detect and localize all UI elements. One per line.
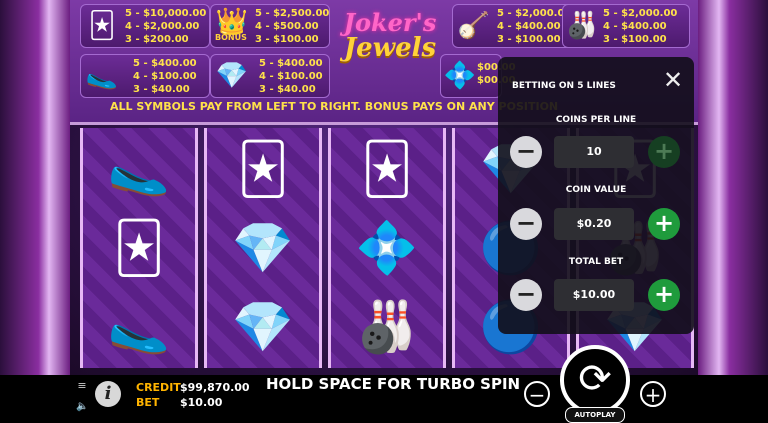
bet-settings-panel: BETTING ON 5 LINES ✕ COINS PER LINE − 10… [498, 57, 694, 334]
paytable-cell-bonus: 👑 BONUS 5 - $2,500.00 4 - $500.00 3 - $1… [210, 4, 330, 48]
paytable-values: 5 - $400.00 4 - $100.00 3 - $40.00 [133, 58, 197, 95]
joker-icon: 🃏 [237, 140, 289, 198]
bet-value: $10.00 [180, 396, 223, 409]
left-pillar [0, 0, 70, 375]
credit-label: CREDIT [136, 381, 181, 394]
juggling-pins-icon: 🎳 [355, 298, 419, 356]
game-logo: Joker's Jewels [330, 8, 450, 63]
joker-icon: 🃏 [361, 140, 413, 198]
coin-value-plus-button[interactable]: + [648, 208, 680, 240]
paytable-values: 5 - $400.00 4 - $100.00 3 - $40.00 [259, 58, 323, 95]
coins-per-line-minus-button[interactable]: − [510, 136, 542, 168]
paytable-cell-shoes: 🥿 5 - $400.00 4 - $100.00 3 - $40.00 [80, 54, 210, 98]
game-screen: 🃏 5 - $10,000.00 4 - $2,000.00 3 - $200.… [0, 0, 768, 423]
blue-diamond-icon: 💠 [355, 219, 419, 277]
blue-diamond-icon: 💠 [443, 61, 477, 91]
bonus-label: BONUS [215, 33, 247, 42]
spin-button[interactable]: ⟳ [560, 345, 630, 415]
logo-line2: Jewels [343, 33, 437, 63]
paytable-cell-red-diamond: 💎 5 - $400.00 4 - $100.00 3 - $40.00 [210, 54, 330, 98]
joker-icon: 🃏 [88, 11, 116, 41]
bet-label: BET [136, 396, 160, 409]
total-bet-minus-button[interactable]: − [510, 279, 542, 311]
jester-shoes-icon: 🥿 [85, 61, 119, 91]
total-bet-label: TOTAL BET [568, 257, 624, 267]
right-pillar [698, 0, 768, 375]
coins-per-line-label: COINS PER LINE [555, 115, 637, 125]
paytable-cell-pins: 🎳 5 - $2,000.00 4 - $400.00 3 - $100.00 [562, 4, 690, 48]
paytable-values: 5 - $10,000.00 4 - $2,000.00 3 - $200.00 [125, 8, 207, 45]
jester-shoes-icon: 🥿 [107, 140, 171, 198]
bet-increase-button[interactable]: + [640, 381, 666, 407]
paytable-values: 5 - $2,000.00 4 - $400.00 3 - $100.00 [603, 8, 678, 45]
paytable-note: ALL SYMBOLS PAY FROM LEFT TO RIGHT. BONU… [110, 100, 559, 113]
total-bet-value: $10.00 [554, 279, 634, 311]
autoplay-button[interactable]: AUTOPLAY [565, 407, 625, 423]
credit-value: $99,870.00 [180, 381, 250, 394]
close-icon[interactable]: ✕ [662, 68, 684, 92]
reel-3: 🃏 💠 🎳 [328, 128, 446, 368]
juggling-pins-icon: 🎳 [565, 11, 599, 41]
bet-decrease-button[interactable]: − [524, 381, 550, 407]
paytable-values: 5 - $2,500.00 4 - $500.00 3 - $100.00 [255, 8, 330, 45]
panel-title: BETTING ON 5 LINES [512, 81, 616, 91]
info-icon[interactable]: i [95, 381, 121, 407]
menu-icon[interactable]: ≡ [76, 380, 88, 392]
coin-value-minus-button[interactable]: − [510, 208, 542, 240]
coins-per-line-plus-button[interactable]: + [648, 136, 680, 168]
joker-icon: 🃏 [113, 219, 165, 277]
red-diamond-icon: 💎 [231, 219, 295, 277]
reel-1: 🥿 🃏 🥿 [80, 128, 198, 368]
lute-icon: 🪕 [457, 11, 491, 41]
turbo-spin-message: HOLD SPACE FOR TURBO SPIN [266, 375, 521, 393]
paytable-values: 5 - $2,000.00 4 - $400.00 3 - $100.00 [497, 8, 572, 45]
coin-value-label: COIN VALUE [565, 185, 627, 195]
red-diamond-icon: 💎 [231, 298, 295, 356]
jester-shoes-icon: 🥿 [107, 298, 171, 356]
red-diamond-icon: 💎 [215, 61, 249, 91]
reel-2: 🃏 💎 💎 [204, 128, 322, 368]
paytable-cell-joker: 🃏 5 - $10,000.00 4 - $2,000.00 3 - $200.… [80, 4, 210, 48]
total-bet-plus-button[interactable]: + [648, 279, 680, 311]
coins-per-line-value: 10 [554, 136, 634, 168]
speaker-icon[interactable]: 🔈 [76, 401, 90, 413]
coin-value-value: $0.20 [554, 208, 634, 240]
